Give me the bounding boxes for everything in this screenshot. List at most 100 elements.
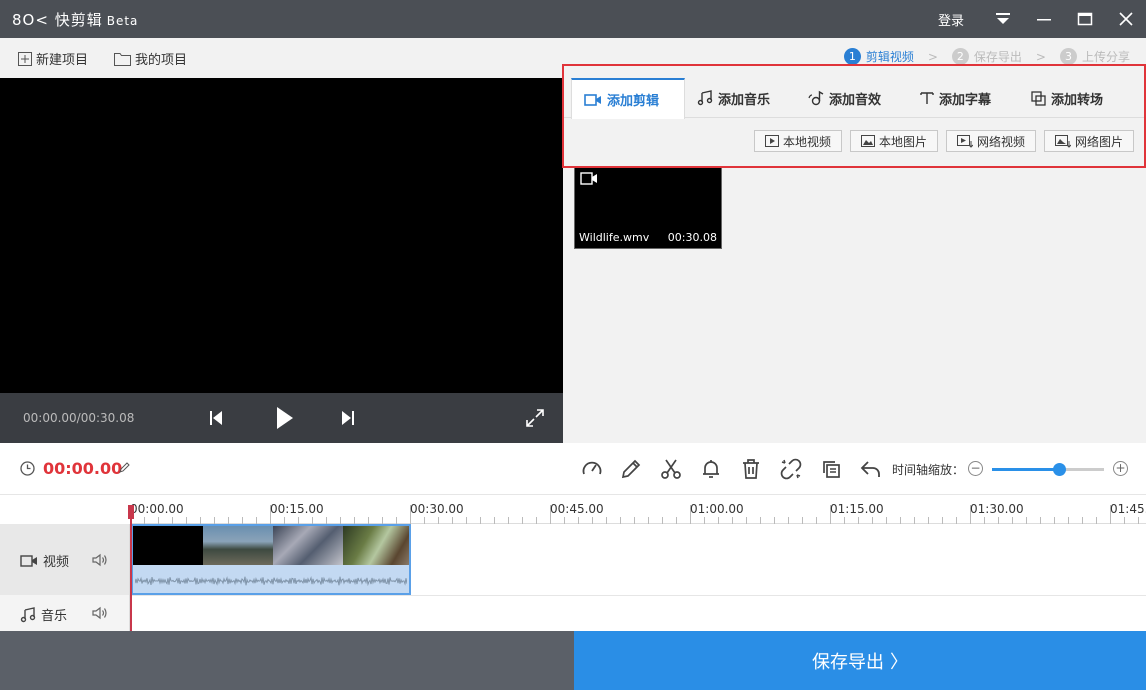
- my-projects-label: 我的项目: [135, 53, 188, 68]
- title-bar: 8O< 快剪辑 Beta 登录: [0, 0, 1146, 38]
- marker-tool[interactable]: [699, 457, 723, 481]
- tab-add-subtitle[interactable]: 添加字幕: [920, 78, 991, 118]
- playhead[interactable]: [130, 507, 132, 631]
- bottom-bar: 保存导出 〉: [0, 631, 1146, 690]
- detach-tool[interactable]: [779, 457, 803, 481]
- edit-tool[interactable]: [619, 457, 643, 481]
- tab-add-music[interactable]: 添加音乐: [697, 78, 770, 118]
- skip-forward-icon: [342, 411, 354, 425]
- undo-icon: [860, 461, 880, 477]
- tab-add-sound-effect[interactable]: 添加音效: [808, 78, 881, 118]
- web-video-button[interactable]: 网络视频: [946, 130, 1037, 152]
- transition-icon: [1031, 90, 1046, 106]
- undo-tool[interactable]: [859, 457, 883, 481]
- copy-tool[interactable]: [819, 457, 843, 481]
- video-camera-icon: [584, 93, 601, 106]
- zoom-slider-knob[interactable]: [1053, 463, 1067, 476]
- ruler-tick-label: 01:00.00: [690, 502, 744, 516]
- zoom-out-button[interactable]: −: [968, 461, 983, 476]
- speedometer-icon: [582, 461, 602, 475]
- scissors-icon: [661, 459, 681, 479]
- video-track-label: 视频: [20, 551, 69, 570]
- music-track-label: 音乐: [20, 605, 67, 624]
- play-icon: [277, 407, 293, 429]
- app-logo: 8O< 快剪辑 Beta: [12, 9, 138, 30]
- tab-label: 添加音效: [829, 92, 882, 108]
- bell-icon: [703, 460, 719, 478]
- ruler-tick-label: 00:00.00: [130, 502, 184, 516]
- step-arrow-icon: >: [1035, 49, 1046, 64]
- play-button[interactable]: [270, 403, 300, 433]
- button-label: 网络视频: [977, 134, 1026, 149]
- track-name: 视频: [43, 555, 70, 570]
- video-track-header: 视频: [0, 524, 130, 595]
- media-clip-duration: 00:30.08: [667, 231, 717, 244]
- project-bar: 新建项目 我的项目 1 剪辑视频 > 2 保存导出 > 3 上传分享: [0, 38, 1146, 78]
- text-icon: [920, 92, 934, 104]
- next-frame-button[interactable]: [335, 405, 361, 431]
- music-note-icon: [697, 90, 713, 106]
- playhead-handle[interactable]: [128, 505, 134, 519]
- video-camera-icon: [20, 554, 37, 567]
- ruler-tick-label: 01:15.00: [830, 502, 884, 516]
- maximize-button[interactable]: [1064, 0, 1105, 38]
- tab-add-clip[interactable]: 添加剪辑: [571, 78, 685, 119]
- tab-label: 添加转场: [1051, 92, 1104, 108]
- delete-tool[interactable]: [739, 457, 763, 481]
- previous-frame-button[interactable]: [203, 405, 229, 431]
- ruler-tick-label: 01:30.00: [970, 502, 1024, 516]
- web-image-button[interactable]: 网络图片: [1044, 130, 1135, 152]
- current-time: 00:00.00: [43, 459, 123, 478]
- clip-thumbnail: [343, 526, 409, 565]
- cut-tool[interactable]: [659, 457, 683, 481]
- minimize-button[interactable]: [1023, 0, 1064, 38]
- tab-add-transition[interactable]: 添加转场: [1031, 78, 1103, 118]
- app-title: 快剪辑: [54, 11, 103, 29]
- media-clip-name: Wildlife.wmv: [579, 231, 650, 244]
- speaker-icon[interactable]: [92, 553, 108, 567]
- fullscreen-button[interactable]: [522, 405, 548, 431]
- step-number: 1: [843, 48, 861, 65]
- logo-mark: 8O<: [12, 11, 49, 29]
- pencil-icon: [621, 459, 641, 479]
- maximize-icon: [1077, 12, 1092, 26]
- timeline-toolbar: 00:00.00 时间轴缩放： − +: [0, 443, 1146, 495]
- step-number: 2: [951, 48, 969, 65]
- close-button[interactable]: [1105, 0, 1146, 38]
- zoom-label: 时间轴缩放：: [892, 463, 965, 477]
- add-source-buttons: 本地视频 本地图片 网络视频 网络图片: [746, 130, 1135, 152]
- clock-icon: [20, 461, 35, 476]
- timeline-ruler[interactable]: 00:00.00 00:15.00 00:30.00 00:45.00 01:00.00…: [130, 495, 1146, 524]
- step-label: 上传分享: [1081, 50, 1130, 64]
- video-preview[interactable]: [0, 78, 563, 393]
- login-link[interactable]: 登录: [938, 10, 964, 29]
- player-controls: 00:00.00/00:30.08: [0, 393, 563, 443]
- speed-tool[interactable]: [580, 457, 604, 481]
- ruler-tick-label: 00:45.00: [550, 502, 604, 516]
- my-projects-button[interactable]: 我的项目: [114, 49, 187, 68]
- media-clip-card[interactable]: Wildlife.wmv 00:30.08: [574, 167, 722, 249]
- speaker-icon[interactable]: [92, 606, 108, 620]
- chevron-right-icon: 〉: [890, 651, 908, 673]
- button-label: 本地视频: [783, 134, 832, 149]
- zoom-slider[interactable]: [992, 463, 1104, 476]
- step-arrow-icon: >: [927, 49, 938, 64]
- menu-dropdown-button[interactable]: [982, 0, 1023, 38]
- local-image-button[interactable]: 本地图片: [850, 130, 939, 152]
- folder-icon: [114, 52, 131, 66]
- step-upload-share: 3 上传分享: [1059, 48, 1130, 65]
- edit-time-icon[interactable]: [119, 462, 130, 473]
- workflow-steps: 1 剪辑视频 > 2 保存导出 > 3 上传分享: [843, 48, 1130, 65]
- clip-thumbnail: [203, 526, 273, 565]
- tab-label: 添加字幕: [939, 92, 992, 108]
- zoom-in-button[interactable]: +: [1113, 461, 1128, 476]
- local-video-button[interactable]: 本地视频: [754, 130, 843, 152]
- new-project-button[interactable]: 新建项目: [18, 49, 88, 68]
- audio-waveform: [135, 576, 407, 587]
- timeline-video-clip[interactable]: [131, 524, 411, 595]
- menu-dropdown-icon: [995, 13, 1010, 24]
- broken-link-icon: [780, 458, 802, 480]
- export-label: 保存导出: [812, 651, 884, 673]
- save-export-button[interactable]: 保存导出 〉: [574, 631, 1146, 690]
- step-number: 3: [1059, 48, 1077, 65]
